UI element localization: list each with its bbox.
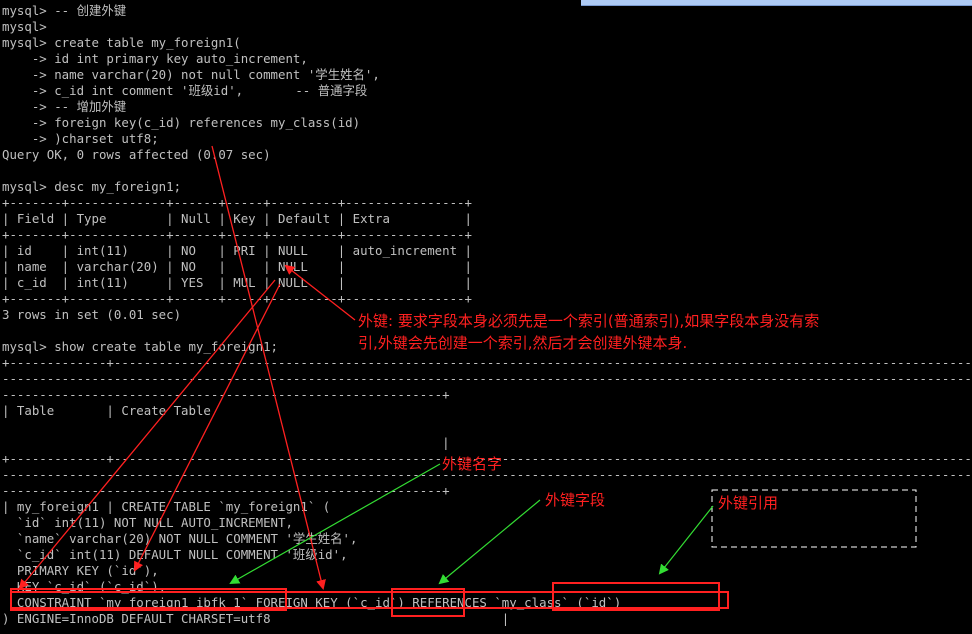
terminal-line: ----------------------------------------… [2,387,450,402]
terminal-line: | [2,435,450,450]
taskbar-strip [581,0,972,6]
arrow-fk-field [438,499,541,585]
terminal-line: | name | varchar(20) | NO | | NULL | | [2,259,472,274]
terminal-line: mysql> create table my_foreign1( [2,35,241,50]
fk-name-label: 外键名字 [442,455,503,473]
terminal-line: 3 rows in set (0.01 sec) [2,307,182,322]
terminal-line: | Field | Type | Null | Key | Default | … [2,211,472,226]
terminal-line: -> c_id int comment '班级id', -- 普通字段 [2,83,368,98]
terminal-line: -> )charset utf8; [2,131,159,146]
terminal-line: CONSTRAINT `my_foreign1_ibfk_1` FOREIGN … [2,595,622,610]
terminal-line: | my_foreign1 | CREATE TABLE `my_foreign… [2,499,331,514]
terminal-line: mysql> show create table my_foreign1; [2,339,279,354]
terminal-line: mysql> [2,19,47,34]
terminal-line: KEY `c_id` (`c_id`), [2,579,167,594]
note-line-2: 引,外键会先创建一个索引,然后才会创建外键本身. [358,334,688,352]
terminal-line: Query OK, 0 rows affected (0.07 sec) [2,147,271,162]
foreign-key-note: 外键: 要求字段本身必须先是一个索引(普通索引),如果字段本身没有索 引,外键会… [358,310,819,354]
terminal-line: -> foreign key(c_id) references my_class… [2,115,361,130]
terminal-line: ) ENGINE=InnoDB DEFAULT CHARSET=utf8 | [2,611,510,626]
terminal-line: `name` varchar(20) NOT NULL COMMENT '学生姓… [2,531,358,546]
terminal-line: ----------------------------------------… [2,371,972,386]
arrow-fk-reference [658,505,714,575]
terminal-line: -> id int primary key auto_increment, [2,51,308,66]
mysql-console-window[interactable]: mysql> -- 创建外键 mysql> mysql> create table … [0,0,972,634]
terminal-line: `id` int(11) NOT NULL AUTO_INCREMENT, [2,515,293,530]
terminal-line: ----------------------------------------… [2,483,450,498]
terminal-line: `c_id` int(11) DEFAULT NULL COMMENT '班级i… [2,547,348,562]
terminal-line: +-------+-------------+------+-----+----… [2,291,472,306]
terminal-line: +-------+-------------+------+-----+----… [2,195,472,210]
terminal-line: +-------------+-------------------------… [2,355,972,370]
terminal-line: | Table | Create Table [2,403,211,418]
terminal-line: mysql> desc my_foreign1; [2,179,182,194]
terminal-line: -> name varchar(20) not null comment '学生… [2,67,380,82]
fk-field-label: 外键字段 [545,491,606,509]
note-line-1: 外键: 要求字段本身必须先是一个索引(普通索引),如果字段本身没有索 [358,312,820,330]
terminal-line: mysql> -- 创建外键 [2,3,127,18]
fk-reference-label: 外键引用 [718,494,779,512]
terminal-line: -> -- 增加外键 [2,99,127,114]
terminal-line: PRIMARY KEY (`id`), [2,563,159,578]
terminal-line: | c_id | int(11) | YES | MUL | NULL | | [2,275,472,290]
terminal-line: +-------+-------------+------+-----+----… [2,227,472,242]
terminal-line: | id | int(11) | NO | PRI | NULL | auto_… [2,243,472,258]
